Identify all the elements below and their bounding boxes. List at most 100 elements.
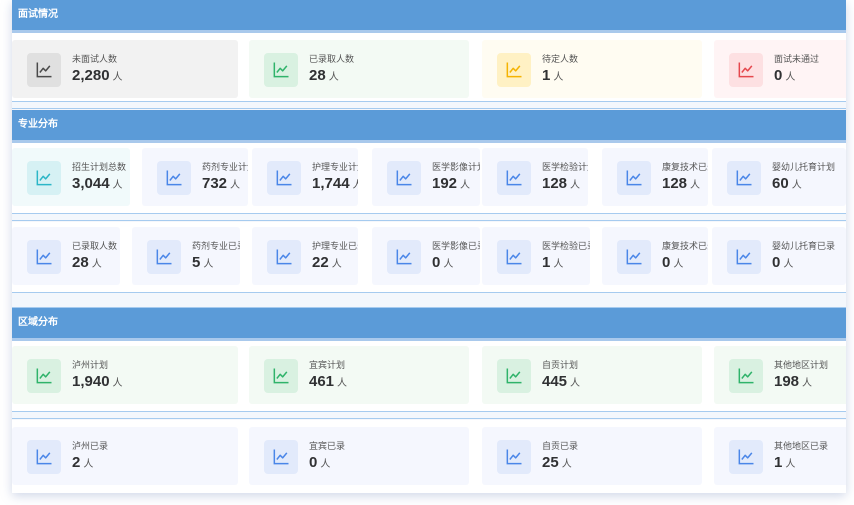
stat-number: 3,044	[72, 175, 110, 192]
stat-number: 60	[772, 175, 789, 192]
region-plan-row: 泸州计划 1,940 人宜宾计划 461 人自贡计划 445 人其他地区计划 198 人	[12, 341, 846, 411]
divider	[12, 213, 846, 221]
stat-label: 医学检验已录	[542, 241, 590, 251]
stat-icon-box	[729, 53, 763, 87]
stat-number: 198	[774, 373, 800, 390]
stat-number: 0	[662, 254, 671, 271]
line-chart-icon	[36, 170, 52, 186]
stat-label: 宜宾计划	[309, 360, 346, 370]
stat-unit: 人	[785, 72, 796, 83]
line-chart-icon	[156, 249, 172, 265]
stat-card: 泸州计划 1,940 人	[12, 346, 238, 404]
stat-unit: 人	[783, 259, 794, 270]
stat-card: 未面试人数 2,280 人	[12, 40, 238, 98]
stat-card: 自贡计划 445 人	[482, 346, 702, 404]
stat-number: 0	[309, 454, 318, 471]
line-chart-icon	[36, 449, 52, 465]
stat-value: 1人	[542, 67, 563, 84]
stat-value: 60 人	[772, 175, 802, 192]
stat-unit: 人	[570, 180, 581, 191]
stat-unit: 人	[785, 459, 796, 470]
stat-number: 1	[542, 67, 551, 84]
stat-unit: 人	[112, 72, 123, 83]
stat-card: 医学检验计划 128人	[482, 148, 588, 206]
stat-unit: 人	[460, 180, 471, 191]
stat-number: 1	[542, 254, 551, 271]
stat-value: 0人	[662, 254, 683, 271]
stat-card: 其他地区已录 1 人	[714, 427, 846, 485]
stat-unit: 人	[91, 259, 102, 270]
line-chart-icon	[506, 62, 522, 78]
stat-label: 医学影像计划	[432, 162, 480, 172]
stat-value: 1人	[542, 254, 563, 271]
stat-number: 2	[72, 454, 81, 471]
stat-card: 已录取人数 28 人	[12, 227, 120, 285]
line-chart-icon	[273, 368, 289, 384]
section-title: 专业分布	[18, 119, 58, 130]
line-chart-icon	[738, 368, 754, 384]
stat-label: 自贡计划	[542, 360, 579, 370]
stat-value: 128 人	[542, 175, 580, 192]
stat-label: 未面试人数	[72, 54, 118, 64]
stat-value: 0人	[309, 454, 330, 471]
stat-value: 28 人	[309, 67, 339, 84]
stat-icon-box	[264, 440, 298, 474]
line-chart-icon	[736, 249, 752, 265]
stat-value: 0人	[432, 254, 453, 271]
stat-card: 宜宾已录 0 人	[249, 427, 469, 485]
line-chart-icon	[738, 62, 754, 78]
stat-icon-box	[729, 359, 763, 393]
stat-icon-box	[27, 440, 61, 474]
stat-label: 康复技术已录	[662, 241, 708, 251]
stat-card: 康复技术已录 0人	[602, 227, 708, 285]
stat-value: 2,280 人	[72, 67, 123, 84]
stat-unit: 人	[320, 459, 331, 470]
line-chart-icon	[738, 449, 754, 465]
stat-number: 1,744	[312, 175, 350, 192]
stat-icon-box	[497, 161, 531, 195]
stat-label: 面试未通过	[774, 54, 820, 64]
stat-label: 其他地区计划	[774, 360, 829, 370]
stat-unit: 人	[230, 180, 241, 191]
line-chart-icon	[36, 62, 52, 78]
section-title: 面试情况	[18, 9, 58, 20]
stat-unit: 人	[203, 259, 214, 270]
stat-label: 医学影像已录	[432, 241, 480, 251]
line-chart-icon	[626, 170, 642, 186]
region-admitted-row: 泸州已录 2 人宜宾已录 0 人自贡已录 25 人其他地区已录 1 人	[12, 420, 846, 493]
stat-label: 已录取人数	[309, 54, 355, 64]
stat-unit: 人	[802, 378, 813, 389]
line-chart-icon	[36, 368, 52, 384]
stat-unit: 人	[337, 378, 348, 389]
stat-label: 护理专业已录	[312, 241, 358, 251]
interview-stats-row: 未面试人数 2,280 人已录取人数 28 人待定人数 1 人面试未通过 0 人	[12, 33, 846, 101]
stat-number: 0	[774, 67, 783, 84]
stat-icon-box	[157, 161, 191, 195]
stat-value: 732 人	[202, 175, 240, 192]
stat-card: 护理专业计划 1,744人	[252, 148, 358, 206]
stat-icon-box	[617, 161, 651, 195]
line-chart-icon	[396, 249, 412, 265]
section-title: 区域分布	[18, 317, 58, 328]
stat-value: 0人	[774, 67, 795, 84]
stat-label: 药剂专业计划	[202, 162, 248, 172]
stat-value: 5人	[192, 254, 213, 271]
stat-number: 5	[192, 254, 201, 271]
line-chart-icon	[396, 170, 412, 186]
stat-icon-box	[27, 161, 61, 195]
stat-unit: 人	[553, 72, 564, 83]
stat-unit: 人	[83, 459, 94, 470]
stat-label: 康复技术已录	[662, 162, 708, 172]
stat-value: 28 人	[72, 254, 102, 271]
stat-unit: 人	[690, 180, 701, 191]
line-chart-icon	[506, 170, 522, 186]
line-chart-icon	[273, 62, 289, 78]
stat-label: 招生计划总数	[72, 162, 127, 172]
stat-icon-box	[729, 440, 763, 474]
section-header-region: 区域分布	[12, 308, 846, 341]
stat-number: 445	[542, 373, 568, 390]
stat-number: 128	[542, 175, 568, 192]
line-chart-icon	[626, 249, 642, 265]
stat-number: 128	[662, 175, 688, 192]
stat-card: 招生计划总数 3,044 人	[12, 148, 130, 206]
